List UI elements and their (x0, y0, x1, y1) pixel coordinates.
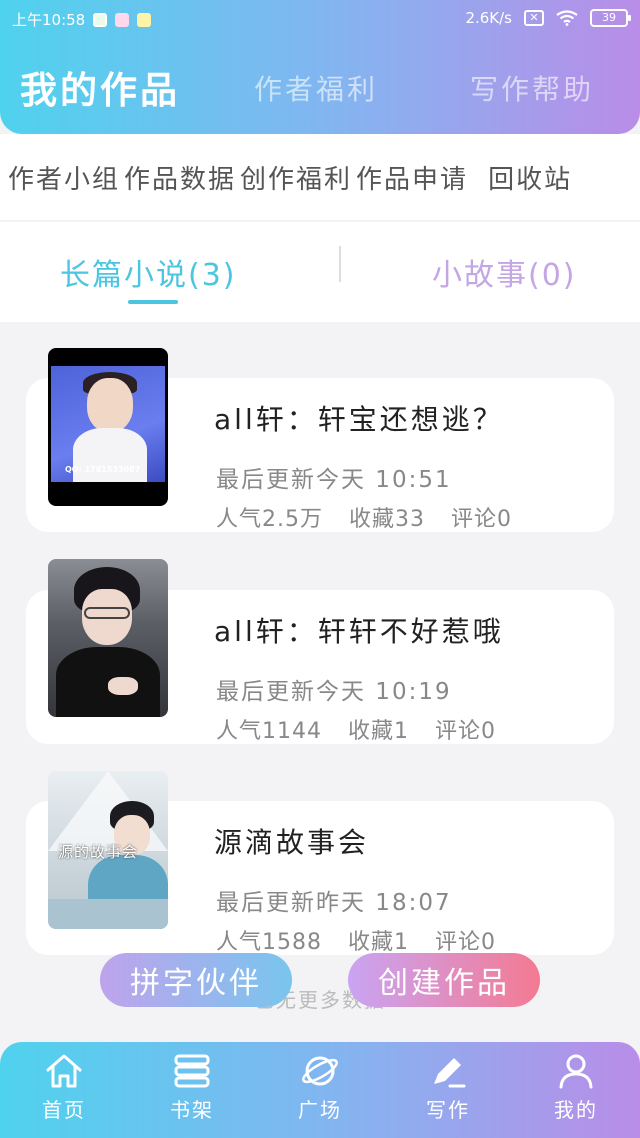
profile-icon (559, 1054, 593, 1089)
header-tabs: 我的作品 作者福利 写作帮助 (0, 52, 640, 122)
planet-icon (302, 1056, 338, 1086)
work-stats: 人气1588 收藏1 评论0 (216, 924, 496, 956)
work-title: 源滴故事会 (214, 826, 370, 859)
work-favorites: 收藏1 (348, 930, 409, 955)
nav-label: 书架 (170, 1098, 214, 1122)
status-time: 上午10:58 (12, 11, 86, 29)
app-notification-icon (137, 12, 152, 27)
work-cover-image[interactable]: 源的故事会 (48, 771, 168, 929)
app-notification-icon (115, 12, 130, 27)
work-last-updated: 最后更新今天 10:19 (216, 679, 452, 705)
link-work-application[interactable]: 作品申请 (356, 159, 468, 196)
battery-level: 39 (602, 11, 616, 24)
nav-plaza[interactable]: 广场 (270, 1052, 370, 1123)
work-comments: 评论0 (451, 507, 512, 532)
nav-bookshelf[interactable]: 书架 (142, 1052, 242, 1123)
wifi-icon (556, 10, 578, 26)
no-sim-icon: ✕ (524, 10, 544, 26)
status-bar: 上午10:58 2.6K/s ✕ 39 (0, 0, 640, 38)
nav-profile[interactable]: 我的 (526, 1052, 626, 1123)
work-cover-image[interactable] (48, 559, 168, 717)
app-header: 上午10:58 2.6K/s ✕ 39 我的作品 作者福利 写作帮助 (0, 0, 640, 134)
tab-writing-help[interactable]: 写作帮助 (470, 68, 594, 108)
writing-partner-button[interactable]: 拼字伙伴 (100, 953, 292, 1007)
tab-short-story[interactable]: 小故事(0) (432, 250, 577, 294)
work-comments: 评论0 (435, 930, 496, 955)
write-icon (434, 1058, 466, 1088)
nav-label: 写作 (426, 1098, 470, 1122)
quick-links: 作者小组 作品数据 创作福利 作品申请 回收站 (0, 134, 640, 220)
network-speed: 2.6K/s (465, 9, 512, 27)
tab-long-novel[interactable]: 长篇小说(3) (60, 250, 237, 294)
nav-home[interactable]: 首页 (14, 1052, 114, 1123)
list-end-text: 已无更多数据 (254, 988, 386, 1012)
work-stats: 人气2.5万 收藏33 评论0 (216, 501, 512, 533)
battery-icon: 39 (590, 9, 631, 27)
work-favorites: 收藏1 (348, 719, 409, 744)
nav-write[interactable]: 写作 (398, 1052, 498, 1123)
link-recycle-bin[interactable]: 回收站 (488, 159, 572, 196)
work-last-updated: 最后更新昨天 18:07 (216, 890, 452, 916)
bookshelf-icon (174, 1054, 210, 1088)
bottom-navigation: 首页 书架 广场 写作 我的 (0, 1042, 640, 1138)
active-tab-indicator (128, 300, 178, 304)
nav-label: 首页 (42, 1098, 86, 1122)
tab-my-works[interactable]: 我的作品 (20, 60, 180, 114)
work-type-tabs: 长篇小说(3) 小故事(0) (0, 222, 640, 322)
cover-caption: QQ: 1781533087 (65, 465, 141, 474)
work-popularity: 人气1144 (216, 719, 322, 744)
work-popularity: 人气2.5万 (216, 507, 323, 532)
work-title: all轩：轩轩不好惹哦 (214, 615, 504, 648)
nav-label: 广场 (298, 1098, 342, 1122)
nav-label: 我的 (554, 1098, 598, 1122)
work-stats: 人气1144 收藏1 评论0 (216, 713, 496, 745)
link-author-group[interactable]: 作者小组 (8, 159, 120, 196)
cover-caption: 源的故事会 (58, 843, 139, 861)
app-notification-icon (93, 12, 108, 27)
work-popularity: 人气1588 (216, 930, 322, 955)
work-comments: 评论0 (435, 719, 496, 744)
tab-divider (339, 246, 341, 282)
work-favorites: 收藏33 (349, 507, 425, 532)
work-cover-image[interactable]: QQ: 1781533087 (48, 348, 168, 506)
home-icon (46, 1054, 82, 1088)
work-title: all轩：轩宝还想逃？ (214, 403, 504, 436)
link-creation-benefits[interactable]: 创作福利 (240, 159, 352, 196)
tab-author-benefits[interactable]: 作者福利 (254, 68, 378, 108)
work-last-updated: 最后更新今天 10:51 (216, 467, 452, 493)
link-work-data[interactable]: 作品数据 (124, 159, 236, 196)
create-work-button[interactable]: 创建作品 (348, 953, 540, 1007)
